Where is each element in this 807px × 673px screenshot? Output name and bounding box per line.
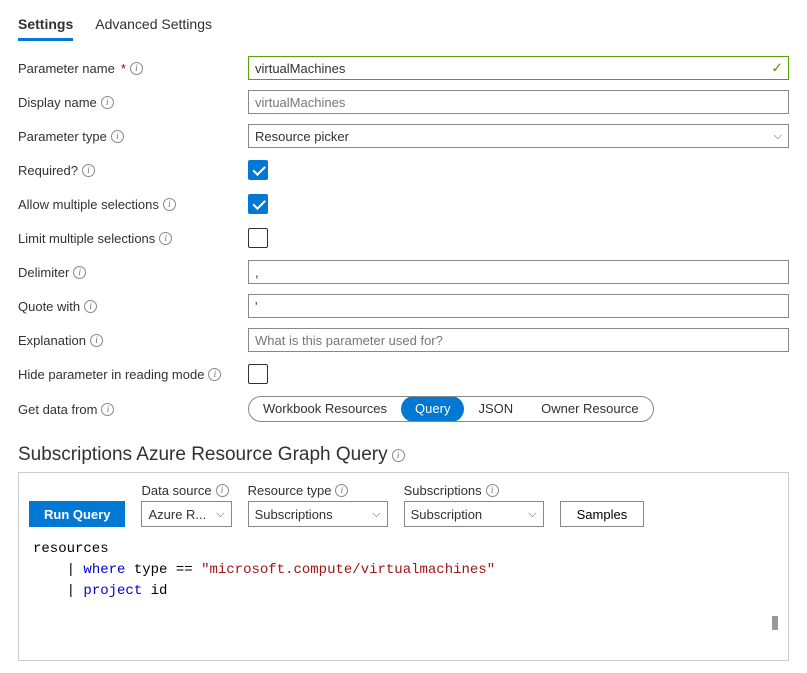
chevron-down-icon: ⌵ bbox=[528, 508, 536, 521]
allow-multi-checkbox[interactable] bbox=[248, 194, 268, 214]
info-icon[interactable]: i bbox=[101, 96, 114, 109]
hide-param-checkbox[interactable] bbox=[248, 364, 268, 384]
samples-button[interactable]: Samples bbox=[560, 501, 645, 527]
required-checkbox[interactable] bbox=[248, 160, 268, 180]
chevron-down-icon: ⌵ bbox=[216, 508, 224, 521]
data-source-value: Azure R... bbox=[148, 507, 206, 522]
code-token: type == bbox=[125, 562, 201, 578]
explanation-input[interactable] bbox=[248, 328, 789, 352]
label-param-name: Parameter name bbox=[18, 61, 115, 76]
chevron-down-icon: ⌵ bbox=[372, 508, 380, 521]
label-hide-param: Hide parameter in reading mode bbox=[18, 367, 204, 382]
info-icon[interactable]: i bbox=[335, 484, 348, 497]
chevron-down-icon: ⌵ bbox=[774, 130, 782, 143]
info-icon[interactable]: i bbox=[111, 130, 124, 143]
scroll-handle[interactable] bbox=[772, 616, 778, 630]
label-data-source: Data source bbox=[141, 483, 211, 498]
info-icon[interactable]: i bbox=[82, 164, 95, 177]
row-delimiter: Delimiter i bbox=[18, 260, 789, 284]
info-icon[interactable]: i bbox=[208, 368, 221, 381]
code-token: | bbox=[67, 562, 84, 578]
row-explanation: Explanation i bbox=[18, 328, 789, 352]
row-param-type: Parameter type i Resource picker ⌵ bbox=[18, 124, 789, 148]
quote-with-input[interactable] bbox=[248, 294, 789, 318]
row-required: Required? i bbox=[18, 158, 789, 182]
row-limit-multi: Limit multiple selections i bbox=[18, 226, 789, 250]
tab-advanced[interactable]: Advanced Settings bbox=[95, 12, 212, 41]
pill-owner-resource[interactable]: Owner Resource bbox=[527, 396, 653, 422]
code-keyword: where bbox=[83, 562, 125, 578]
tabs-bar: Settings Advanced Settings bbox=[18, 12, 789, 42]
label-required: Required? bbox=[18, 163, 78, 178]
code-token: id bbox=[142, 583, 167, 599]
row-allow-multi: Allow multiple selections i bbox=[18, 192, 789, 216]
run-query-button[interactable]: Run Query bbox=[29, 501, 125, 527]
param-name-input[interactable] bbox=[248, 56, 789, 80]
query-toolbar: Run Query Data source i Azure R... ⌵ Resou… bbox=[29, 481, 778, 527]
label-allow-multi: Allow multiple selections bbox=[18, 197, 159, 212]
row-param-name: Parameter name * i ✓ bbox=[18, 56, 789, 80]
param-type-select[interactable]: Resource picker ⌵ bbox=[248, 124, 789, 148]
info-icon[interactable]: i bbox=[90, 334, 103, 347]
tab-settings[interactable]: Settings bbox=[18, 12, 73, 41]
label-param-type: Parameter type bbox=[18, 129, 107, 144]
code-token: | bbox=[67, 583, 84, 599]
info-icon[interactable]: i bbox=[101, 403, 114, 416]
code-string: "microsoft.compute/virtualmachines" bbox=[201, 562, 495, 578]
info-icon[interactable]: i bbox=[84, 300, 97, 313]
subscriptions-value: Subscription bbox=[411, 507, 483, 522]
limit-multi-checkbox[interactable] bbox=[248, 228, 268, 248]
row-display-name: Display name i bbox=[18, 90, 789, 114]
label-display-name: Display name bbox=[18, 95, 97, 110]
label-quote-with: Quote with bbox=[18, 299, 80, 314]
resource-type-value: Subscriptions bbox=[255, 507, 333, 522]
label-get-data: Get data from bbox=[18, 402, 97, 417]
code-keyword: project bbox=[83, 583, 142, 599]
pill-workbook-resources[interactable]: Workbook Resources bbox=[249, 396, 401, 422]
info-icon[interactable]: i bbox=[216, 484, 229, 497]
info-icon[interactable]: i bbox=[73, 266, 86, 279]
row-get-data: Get data from i Workbook Resources Query… bbox=[18, 396, 789, 422]
info-icon[interactable]: i bbox=[130, 62, 143, 75]
data-source-select[interactable]: Azure R... ⌵ bbox=[141, 501, 231, 527]
data-source-pills: Workbook Resources Query JSON Owner Reso… bbox=[248, 396, 654, 422]
label-resource-type: Resource type bbox=[248, 483, 332, 498]
query-panel: Run Query Data source i Azure R... ⌵ Resou… bbox=[18, 472, 789, 661]
label-limit-multi: Limit multiple selections bbox=[18, 231, 155, 246]
display-name-input[interactable] bbox=[248, 90, 789, 114]
delimiter-input[interactable] bbox=[248, 260, 789, 284]
pill-json[interactable]: JSON bbox=[464, 396, 527, 422]
section-title: Subscriptions Azure Resource Graph Query… bbox=[18, 444, 789, 466]
info-icon[interactable]: i bbox=[486, 484, 499, 497]
subscriptions-select[interactable]: Subscription ⌵ bbox=[404, 501, 544, 527]
info-icon[interactable]: i bbox=[392, 449, 405, 462]
required-asterisk: * bbox=[121, 61, 126, 76]
label-explanation: Explanation bbox=[18, 333, 86, 348]
query-editor[interactable]: resources | where type == "microsoft.com… bbox=[29, 535, 778, 660]
pill-query[interactable]: Query bbox=[401, 396, 464, 422]
resource-type-select[interactable]: Subscriptions ⌵ bbox=[248, 501, 388, 527]
section-title-text: Subscriptions Azure Resource Graph Query bbox=[18, 444, 388, 466]
row-quote-with: Quote with i bbox=[18, 294, 789, 318]
label-delimiter: Delimiter bbox=[18, 265, 69, 280]
param-type-value: Resource picker bbox=[255, 129, 349, 144]
code-token: resources bbox=[33, 541, 109, 557]
info-icon[interactable]: i bbox=[159, 232, 172, 245]
info-icon[interactable]: i bbox=[163, 198, 176, 211]
row-hide-param: Hide parameter in reading mode i bbox=[18, 362, 789, 386]
label-subscriptions: Subscriptions bbox=[404, 483, 482, 498]
